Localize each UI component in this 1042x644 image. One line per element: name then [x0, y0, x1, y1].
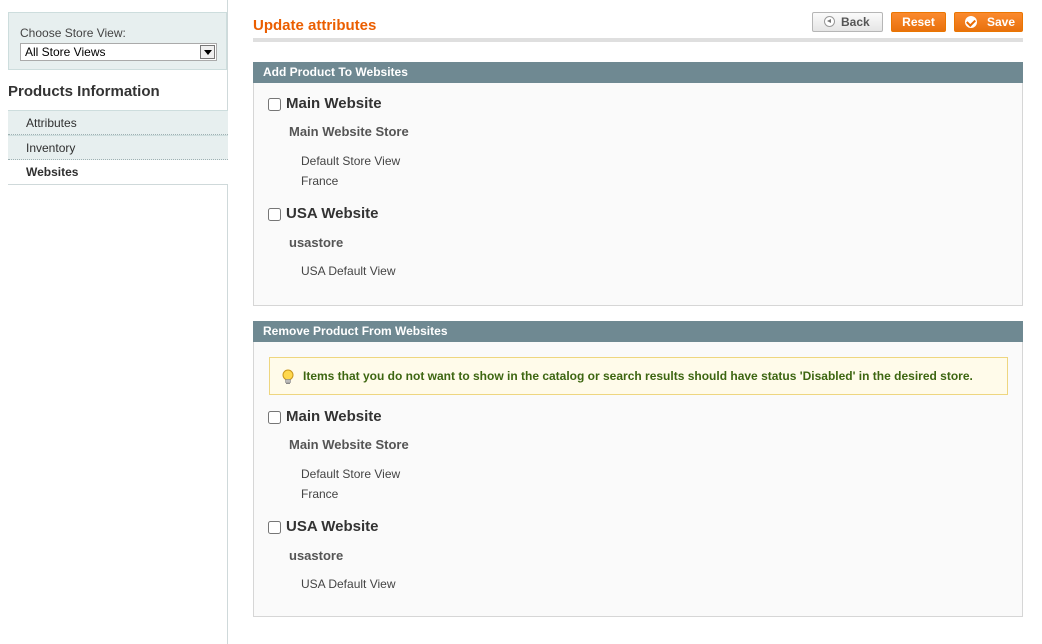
- store-view-name: Default Store View: [301, 467, 401, 481]
- add-websites-header: Add Product To Websites: [253, 62, 1023, 83]
- page-title: Update attributes: [253, 17, 377, 34]
- tab-inventory[interactable]: Inventory: [8, 135, 228, 160]
- add-websites-fieldset: Main Website Main Website Store Default …: [253, 83, 1023, 306]
- reset-button-label: Reset: [902, 15, 935, 29]
- store-view-label: Choose Store View:: [20, 26, 126, 40]
- notice-text: Items that you do not want to show in th…: [303, 369, 973, 383]
- store-view-name: Default Store View: [301, 154, 401, 168]
- remove-websites-header: Remove Product From Websites: [253, 321, 1023, 342]
- save-button[interactable]: Save: [954, 12, 1023, 32]
- website-name: USA Website: [286, 518, 379, 535]
- page-header: Update attributes Back Reset Save: [253, 10, 1023, 42]
- back-button-label: Back: [841, 15, 870, 29]
- tab-websites[interactable]: Websites: [8, 160, 228, 185]
- sidebar: Choose Store View: All Store Views Produ…: [8, 0, 228, 644]
- save-button-label: Save: [987, 15, 1016, 29]
- remove-website-checkbox-usa[interactable]: [268, 521, 281, 534]
- store-switcher: Choose Store View: All Store Views: [8, 12, 227, 70]
- store-view-name: France: [301, 487, 339, 501]
- remove-website-checkbox-main[interactable]: [268, 411, 281, 424]
- store-view-select[interactable]: All Store Views: [20, 43, 217, 61]
- tab-attributes[interactable]: Attributes: [8, 110, 228, 135]
- lightbulb-icon: [282, 369, 294, 384]
- store-name: usastore: [289, 235, 344, 250]
- store-name: Main Website Store: [289, 124, 409, 139]
- website-checkbox-usa[interactable]: [268, 208, 281, 221]
- store-name: usastore: [289, 548, 344, 563]
- website-name: USA Website: [286, 205, 379, 222]
- notice-message: Items that you do not want to show in th…: [269, 357, 1008, 395]
- store-name: Main Website Store: [289, 437, 409, 452]
- tabs: Attributes Inventory Websites: [8, 110, 228, 185]
- store-view-name: France: [301, 174, 339, 188]
- store-view-value: All Store Views: [25, 45, 106, 59]
- website-name: Main Website: [286, 95, 382, 112]
- store-view-name: USA Default View: [301, 264, 396, 278]
- chevron-down-icon[interactable]: [200, 45, 215, 59]
- checkmark-icon: [965, 16, 977, 28]
- website-name: Main Website: [286, 408, 382, 425]
- remove-websites-fieldset: Items that you do not want to show in th…: [253, 342, 1023, 617]
- back-button[interactable]: Back: [812, 12, 883, 32]
- website-checkbox-main[interactable]: [268, 98, 281, 111]
- back-arrow-icon: [824, 16, 835, 27]
- store-view-name: USA Default View: [301, 577, 396, 591]
- sidebar-title: Products Information: [8, 83, 160, 100]
- reset-button[interactable]: Reset: [891, 12, 946, 32]
